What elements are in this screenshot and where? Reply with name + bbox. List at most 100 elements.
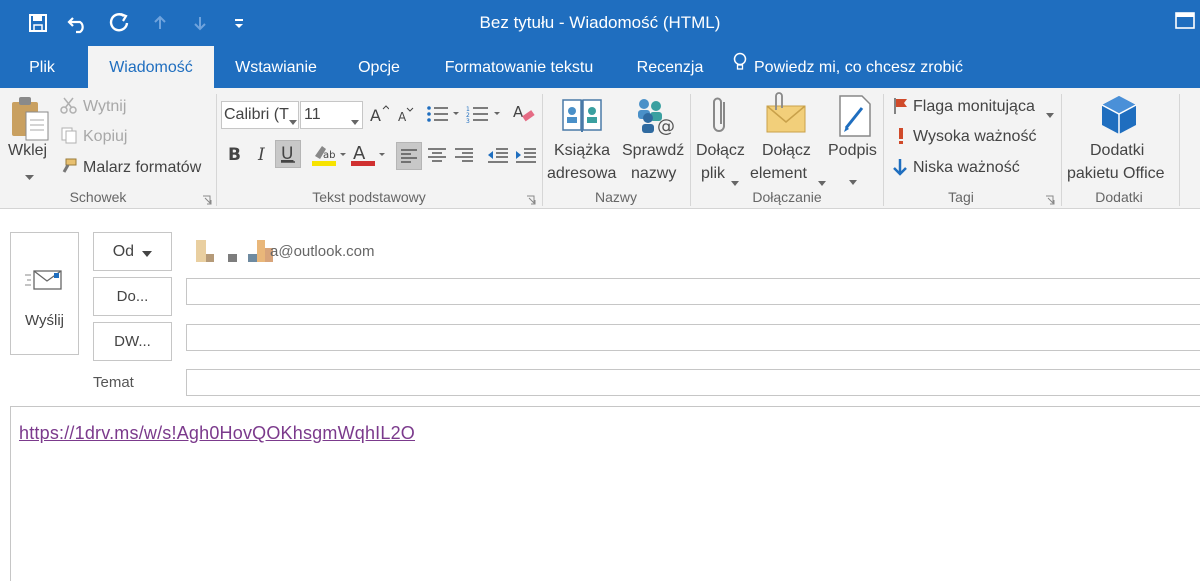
paste-icon[interactable] [8,94,54,146]
group-label-tags: Tagi [948,189,974,205]
from-dropdown-icon [142,234,153,271]
basic-text-launcher-icon[interactable] [526,192,536,205]
attach-file-dropdown-icon[interactable] [731,173,739,191]
address-book-icon[interactable] [561,96,605,141]
signature-dropdown-icon[interactable] [849,172,857,190]
cut-button[interactable]: Wytnij [83,98,126,116]
grow-font-icon[interactable]: A [369,104,390,129]
svg-text:A: A [353,143,366,164]
attach-item-label-2[interactable]: element [750,165,807,183]
signature-label[interactable]: Podpis [828,142,877,160]
message-body[interactable]: https://1drv.ms/w/s!Agh0HovQOKhsgmWqhIL2… [10,406,1200,581]
office-addins-label-1[interactable]: Dodatki [1090,142,1144,160]
tags-launcher-icon[interactable] [1045,192,1055,205]
group-label-basic-text: Tekst podstawowy [312,189,426,205]
lightbulb-icon [732,46,748,90]
group-label-clipboard: Schowek [69,189,127,205]
cc-button[interactable]: DW... [93,322,172,361]
numbering-icon[interactable]: 123 [466,105,502,128]
tell-me-text: Powiedz mi, co chcesz zrobić [754,59,963,77]
office-addins-label-2[interactable]: pakietu Office [1067,165,1165,183]
font-name-field[interactable]: Calibri (T [221,101,299,129]
scissors-icon [60,96,78,119]
from-value: a@outlook.com [270,243,375,260]
font-color-icon[interactable]: A [350,142,388,173]
tab-message[interactable]: Wiadomość [88,46,214,88]
subject-field[interactable] [186,369,1200,396]
clear-formatting-icon[interactable]: A [512,102,536,129]
align-right-icon[interactable] [453,143,475,172]
low-importance-icon[interactable] [893,158,907,181]
separator [216,94,217,206]
increase-indent-icon[interactable] [514,143,538,172]
underline-button[interactable]: U [275,140,301,168]
ribbon-display-options-icon[interactable] [1174,10,1196,32]
subject-label: Temat [93,374,134,391]
tab-review[interactable]: Recenzja [626,46,714,88]
send-icon [25,267,65,297]
copy-icon [60,126,78,149]
window-title: Bez tytułu - Wiadomość (HTML) [479,13,721,32]
paperclip-icon[interactable] [707,94,733,143]
italic-button[interactable]: I [254,143,272,170]
check-names-label-1[interactable]: Sprawdź [622,142,684,160]
font-name-dropdown-icon[interactable] [289,112,297,130]
align-left-button[interactable] [396,142,422,170]
attach-file-label-1[interactable]: Dołącz [696,142,745,160]
flag-icon[interactable] [893,97,909,120]
check-names-label-2[interactable]: nazwy [631,165,676,183]
low-importance-button[interactable]: Niska ważność [913,159,1020,177]
to-field[interactable] [186,278,1200,305]
bold-button[interactable]: B [226,143,244,170]
office-addins-icon[interactable] [1098,94,1140,141]
high-importance-icon[interactable] [896,127,906,150]
tab-file[interactable]: Plik [14,46,70,88]
svg-text:A: A [398,110,407,124]
tell-me-box[interactable]: Powiedz mi, co chcesz zrobić [732,46,982,88]
highlight-color-icon[interactable]: ab [310,142,348,173]
paste-dropdown-icon[interactable] [25,168,34,186]
check-names-icon[interactable]: @ [630,94,678,143]
group-label-include: Dołączanie [752,189,822,205]
high-importance-button[interactable]: Wysoka ważność [913,128,1036,146]
address-book-label-2[interactable]: adresowa [547,165,616,183]
svg-text:I: I [257,145,265,165]
shrink-font-icon[interactable]: A [396,106,416,131]
group-label-addins: Dodatki [1095,189,1143,205]
follow-up-button[interactable]: Flaga monitująca [913,98,1035,116]
separator [690,94,691,206]
svg-text:U: U [281,144,293,164]
format-painter-icon [60,157,78,180]
paste-button[interactable]: Wklej [8,142,47,160]
tab-options[interactable]: Opcje [346,46,412,88]
tab-format-text[interactable]: Formatowanie tekstu [430,46,608,88]
font-size-dropdown-icon[interactable] [351,112,359,130]
signature-icon[interactable] [836,94,876,143]
copy-button[interactable]: Kopiuj [83,128,127,146]
svg-text:@: @ [657,116,675,137]
send-button[interactable]: Wyślij [10,232,79,355]
body-link[interactable]: https://1drv.ms/w/s!Agh0HovQOKhsgmWqhIL2… [19,423,415,444]
separator [542,94,543,206]
svg-text:3: 3 [466,118,470,123]
bullets-icon[interactable] [426,105,460,128]
decrease-indent-icon[interactable] [486,143,510,172]
tab-insert[interactable]: Wstawianie [222,46,330,88]
svg-text:A: A [513,103,524,121]
cc-field[interactable] [186,324,1200,351]
to-button[interactable]: Do... [93,277,172,316]
from-label: Od [112,243,135,260]
attach-item-icon[interactable] [764,92,810,141]
ribbon-tabs: Plik Wiadomość Wstawianie Opcje Formatow… [0,46,1200,88]
attach-item-label-1[interactable]: Dołącz [762,142,811,160]
from-button[interactable]: Od [93,232,172,271]
svg-text:A: A [370,106,381,124]
address-book-label-1[interactable]: Książka [554,142,610,160]
format-painter-button[interactable]: Malarz formatów [83,159,201,177]
follow-up-dropdown-icon[interactable] [1046,105,1054,123]
group-label-names: Nazwy [594,189,637,205]
attach-file-label-2[interactable]: plik [701,165,725,183]
align-center-icon[interactable] [426,143,448,172]
send-label: Wyślij [24,312,65,329]
clipboard-launcher-icon[interactable] [202,192,212,205]
